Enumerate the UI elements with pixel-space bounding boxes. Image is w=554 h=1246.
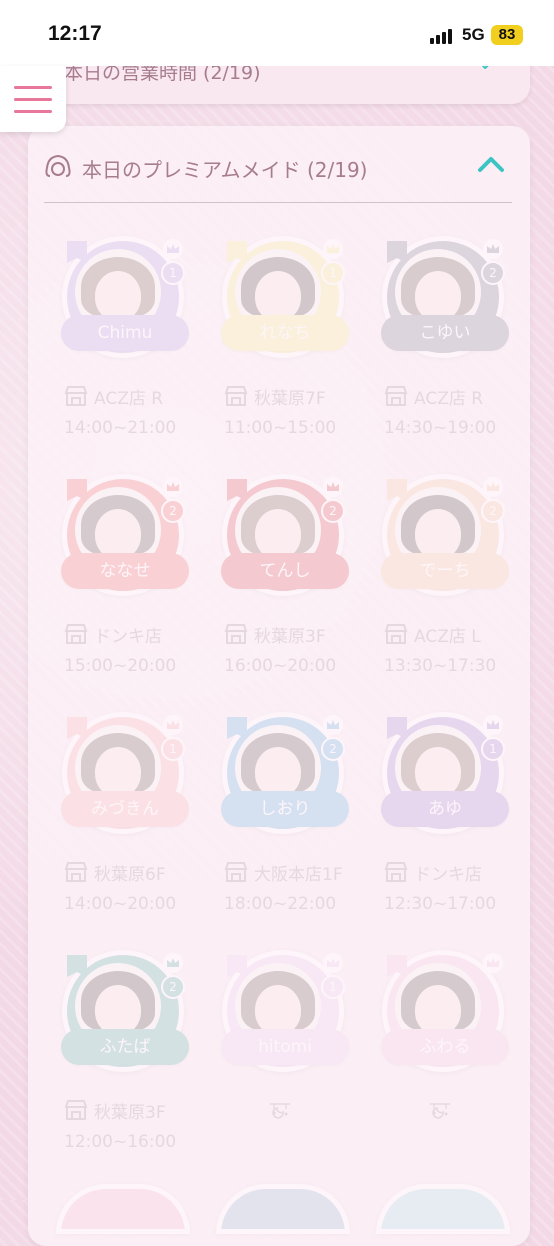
network-type: 5G	[462, 25, 485, 44]
premium-maid-title: 本日のプレミアムメイド (2/19)	[82, 158, 368, 182]
premium-maid-header[interactable]: 本日のプレミアムメイド (2/19)	[44, 148, 514, 188]
battery-icon: 83	[491, 25, 523, 45]
premium-maid-section: 本日のプレミアムメイド (2/19)	[28, 126, 530, 1246]
status-bar: 12:17 5G 83	[0, 0, 554, 66]
maid-headdress-icon	[45, 154, 71, 177]
section-divider	[44, 202, 512, 203]
status-time: 12:17	[48, 22, 102, 45]
signal-icon	[430, 28, 456, 44]
menu-button[interactable]	[0, 66, 66, 132]
chevron-up-icon[interactable]	[476, 150, 506, 176]
